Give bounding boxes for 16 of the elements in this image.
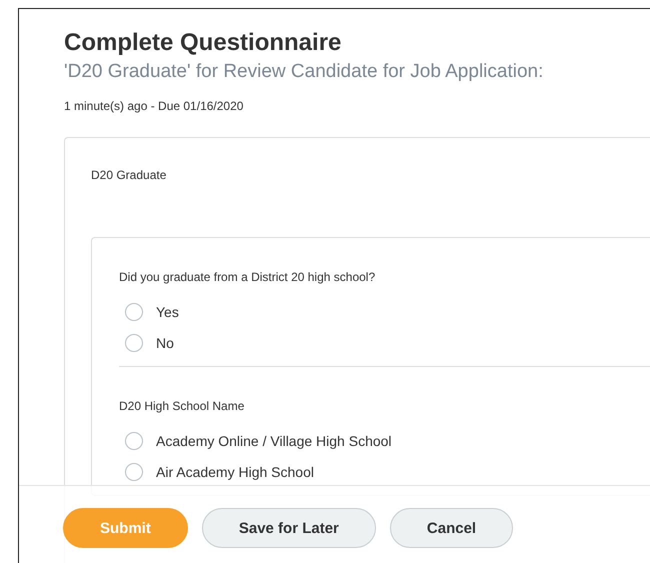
radio-button[interactable] (125, 432, 143, 450)
secondary-button[interactable]: Save for Later (202, 508, 376, 548)
option-label[interactable]: Academy Online / Village High School (156, 432, 392, 448)
secondary-button[interactable]: Cancel (390, 508, 514, 548)
radio-button[interactable] (125, 334, 143, 352)
page-subtitle: 'D20 Graduate' for Review Candidate for Job Application: (64, 61, 544, 83)
radio-button[interactable] (125, 462, 143, 480)
option-label[interactable]: No (156, 334, 174, 350)
page-title: Complete Questionnaire (64, 29, 342, 57)
question-label: D20 High School Name (119, 399, 246, 413)
due-date-text: 1 minute(s) ago - Due 01/16/2020 (64, 99, 244, 113)
question-label: Did you graduate from a District 20 high school? (119, 270, 376, 284)
option-label[interactable]: Yes (156, 304, 179, 320)
radio-button[interactable] (125, 302, 143, 320)
option-label[interactable]: Air Academy High School (156, 464, 314, 480)
section-title: D20 Graduate (91, 168, 168, 182)
